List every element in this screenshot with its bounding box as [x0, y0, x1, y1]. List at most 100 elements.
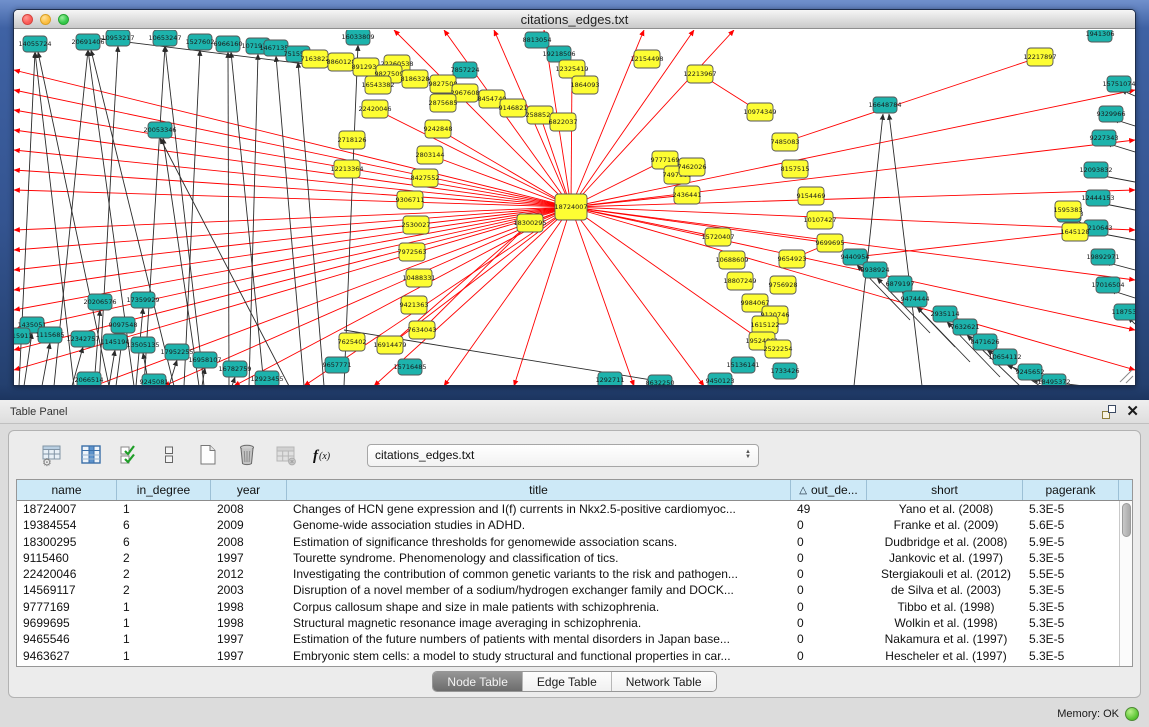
table-cell[interactable]: 1	[117, 631, 211, 647]
table-cell[interactable]: 5.3E-5	[1023, 648, 1119, 664]
table-cell[interactable]: 2008	[211, 534, 287, 550]
column-header-name[interactable]: name	[17, 480, 117, 500]
table-cell[interactable]: 2003	[211, 582, 287, 598]
table-cell[interactable]: Genome-wide association studies in ADHD.	[287, 517, 791, 533]
table-cell[interactable]: 0	[791, 582, 867, 598]
table-cell[interactable]: 0	[791, 648, 867, 664]
table-cell[interactable]: 0	[791, 615, 867, 631]
table-cell[interactable]: 5.3E-5	[1023, 631, 1119, 647]
table-cell[interactable]: 2	[117, 582, 211, 598]
graph-node[interactable]: 2066514	[75, 372, 104, 386]
graph-node[interactable]: 18300295	[513, 214, 546, 232]
graph-node[interactable]: 10688609	[715, 251, 748, 269]
graph-node[interactable]: 9245081	[140, 374, 169, 386]
table-cell[interactable]: 0	[791, 631, 867, 647]
table-cell[interactable]: Jankovic et al. (1997)	[867, 550, 1023, 566]
resize-grip-icon[interactable]	[1120, 370, 1133, 383]
delete-rows-button[interactable]	[234, 442, 260, 468]
graph-node[interactable]: 17016504	[1091, 277, 1124, 293]
table-row[interactable]: 911546021997Tourette syndrome. Phenomeno…	[17, 550, 1119, 566]
row-layout-button[interactable]	[156, 442, 182, 468]
table-cell[interactable]: 0	[791, 550, 867, 566]
table-vertical-scrollbar[interactable]	[1119, 501, 1132, 666]
graph-node[interactable]: 9450123	[706, 373, 735, 386]
tab-node-table[interactable]: Node Table	[433, 672, 523, 691]
table-cell[interactable]: 1997	[211, 648, 287, 664]
graph-node[interactable]: 9699695	[816, 234, 845, 252]
graph-node[interactable]: 12213967	[683, 65, 716, 83]
graph-node[interactable]: 20053346	[143, 122, 176, 138]
graph-node[interactable]: 2803144	[416, 146, 445, 164]
column-header-short[interactable]: short	[867, 480, 1023, 500]
network-window-titlebar[interactable]: citations_edges.txt	[14, 10, 1135, 29]
graph-node[interactable]: 12154498	[630, 50, 663, 68]
graph-node[interactable]: 8632250	[646, 375, 675, 386]
table-cell[interactable]: 1	[117, 501, 211, 517]
graph-node[interactable]: 1941306	[1086, 30, 1115, 42]
table-cell[interactable]: Franke et al. (2009)	[867, 517, 1023, 533]
table-cell[interactable]: Nakamura et al. (1997)	[867, 631, 1023, 647]
graph-node[interactable]: 2875685	[429, 94, 458, 112]
table-cell[interactable]: Structural magnetic resonance image aver…	[287, 615, 791, 631]
table-cell[interactable]: 1	[117, 648, 211, 664]
create-new-table-button[interactable]	[195, 442, 221, 468]
graph-node[interactable]: 9306711	[396, 191, 425, 209]
table-cell[interactable]: 1997	[211, 550, 287, 566]
graph-node[interactable]: 2522254	[764, 340, 793, 358]
table-cell[interactable]: 18724007	[17, 501, 117, 517]
graph-node[interactable]: 9154469	[797, 187, 826, 205]
graph-node[interactable]: 17359929	[126, 292, 159, 308]
graph-node[interactable]: 12093832	[1079, 162, 1112, 178]
graph-node[interactable]: 18495372	[1037, 374, 1070, 386]
graph-node[interactable]: 9657771	[323, 357, 352, 373]
column-header-in-degree[interactable]: in_degree	[117, 480, 211, 500]
table-cell[interactable]: 49	[791, 501, 867, 517]
graph-node[interactable]: 6822037	[549, 113, 578, 131]
graph-node[interactable]: 10488331	[402, 269, 435, 287]
graph-node[interactable]: 8186328	[401, 70, 430, 88]
table-cell[interactable]: Stergiakouli et al. (2012)	[867, 566, 1023, 582]
table-cell[interactable]: 2009	[211, 517, 287, 533]
graph-node[interactable]: 1615122	[751, 316, 780, 334]
graph-node[interactable]: 16648784	[868, 97, 901, 113]
graph-node[interactable]: 1595383	[1054, 201, 1083, 219]
graph-node[interactable]: 1645128	[1061, 223, 1090, 241]
graph-node[interactable]: 1527602	[186, 34, 215, 50]
column-header-pagerank[interactable]: pagerank	[1023, 480, 1119, 500]
graph-node[interactable]: 16543382	[361, 76, 394, 94]
table-cell[interactable]: 2	[117, 550, 211, 566]
graph-node[interactable]: 10654112	[988, 349, 1021, 365]
graph-node[interactable]: 1733426	[771, 363, 800, 379]
table-cell[interactable]: Tourette syndrome. Phenomenology and cla…	[287, 550, 791, 566]
table-cell[interactable]: Investigating the contribution of common…	[287, 566, 791, 582]
table-selector-dropdown[interactable]: citations_edges.txt ▲▼	[367, 444, 759, 467]
graph-node[interactable]: 10953217	[101, 30, 134, 46]
graph-node[interactable]: 7625402	[338, 333, 367, 351]
graph-node[interactable]: 12923455	[250, 371, 283, 386]
graph-node[interactable]: 2530027	[402, 216, 431, 234]
table-cell[interactable]: Yano et al. (2008)	[867, 501, 1023, 517]
graph-node[interactable]: 12217897	[1023, 48, 1056, 66]
graph-node[interactable]: 10107427	[803, 211, 836, 229]
show-column-button[interactable]	[78, 442, 104, 468]
table-cell[interactable]: Estimation of significance thresholds fo…	[287, 534, 791, 550]
table-cell[interactable]: 9699695	[17, 615, 117, 631]
graph-node[interactable]: 19892971	[1086, 249, 1119, 265]
graph-node[interactable]: 8938924	[861, 262, 890, 278]
graph-node[interactable]: 16782759	[218, 361, 251, 377]
table-row[interactable]: 1938455462009Genome-wide association stu…	[17, 517, 1119, 533]
table-cell[interactable]: Hescheler et al. (1997)	[867, 648, 1023, 664]
table-cell[interactable]: Changes of HCN gene expression and I(f) …	[287, 501, 791, 517]
graph-node[interactable]: 1115685	[36, 327, 65, 343]
graph-node[interactable]: 20206576	[83, 294, 116, 310]
column-header-title[interactable]: title	[287, 480, 791, 500]
table-cell[interactable]: 9463627	[17, 648, 117, 664]
graph-node[interactable]: 9227343	[1090, 130, 1119, 146]
graph-node[interactable]: 7634043	[408, 321, 437, 339]
graph-node[interactable]: 2436441	[673, 186, 702, 204]
graph-node[interactable]: 3915911	[14, 328, 32, 344]
table-cell[interactable]: Estimation of the future numbers of pati…	[287, 631, 791, 647]
table-cell[interactable]: 5.3E-5	[1023, 615, 1119, 631]
table-cell[interactable]: 5.5E-5	[1023, 566, 1119, 582]
table-cell[interactable]: de Silva et al. (2003)	[867, 582, 1023, 598]
